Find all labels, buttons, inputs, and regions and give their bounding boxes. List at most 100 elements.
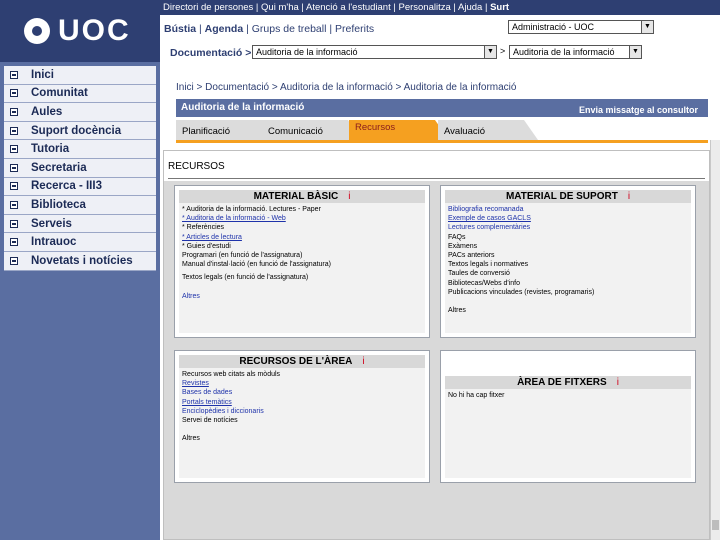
resource-link[interactable]: Exemple de casos GACLS (448, 214, 688, 223)
info-icon[interactable]: i (348, 191, 350, 202)
sidebar-item-label: Recerca - III3 (31, 180, 102, 193)
list-item: Exàmens (448, 242, 478, 250)
list-item: Programari (en funció de l'assignatura) (182, 251, 303, 259)
sidebar-item-label: Intrauoc (31, 236, 77, 249)
link-personalitza[interactable]: Personalitza (398, 2, 450, 13)
info-icon[interactable]: i (617, 377, 619, 388)
link-directori[interactable]: Directori de persones (163, 2, 253, 13)
sidebar-item-label: Suport docència (31, 124, 122, 137)
list-item: Taules de conversió (448, 270, 510, 278)
sidebar: UOC Inici Comunitat Aules Suport docènci… (0, 0, 160, 540)
link-surt[interactable]: Surt (490, 2, 509, 13)
list-item: * Referències (182, 224, 225, 232)
vertical-scrollbar[interactable] (710, 140, 720, 540)
list-item: Recursos web citats als mòduls (182, 371, 281, 378)
link-ajuda[interactable]: Ajuda (458, 2, 482, 13)
list-item: Publicacions vinculades (revistes, progr… (448, 288, 595, 296)
sidebar-item-secretaria[interactable]: Secretaria (4, 159, 156, 178)
link-bustia[interactable]: Bústia (164, 23, 196, 35)
expand-icon (10, 182, 18, 191)
link-qui-mha[interactable]: Qui m'ha (261, 2, 299, 13)
list-item: Textos legals i normatives (448, 261, 529, 269)
classroom-title: Auditoria de la informació (181, 102, 305, 113)
role-select[interactable]: Administració - UOC ▼ (508, 20, 654, 34)
sidebar-item-suport-docencia[interactable]: Suport docència (4, 122, 156, 141)
sidebar-item-intrauoc[interactable]: Intrauoc (4, 233, 156, 252)
sidebar-item-label: Tutoria (31, 143, 70, 156)
contact-consultant-link[interactable]: Envia missatge al consultor (579, 105, 698, 115)
breadcrumb[interactable]: Inici > Documentació > Auditoria de la i… (176, 82, 516, 93)
panel-body: Recursos web citats als mòduls Revistes … (179, 368, 425, 478)
resources-heading: RECURSOS (168, 161, 225, 172)
info-icon[interactable]: i (362, 356, 364, 367)
panel-recursos-area: RECURSOS DE L'ÀREA i Recursos web citats … (174, 350, 430, 483)
resource-link[interactable]: Lectures complementàries (448, 223, 688, 232)
tab-avaluacio[interactable]: Avaluació (438, 120, 538, 140)
sidebar-item-label: Inici (31, 68, 55, 81)
list-item: * Guies d'estudi (182, 242, 231, 250)
sidebar-item-recerca[interactable]: Recerca - III3 (4, 178, 156, 197)
quick-links-row: Bústia | Agenda | Grups de treball | Pre… (160, 15, 720, 42)
list-item: Servei de notícies (182, 416, 238, 424)
sidebar-item-biblioteca[interactable]: Biblioteca (4, 196, 156, 215)
expand-icon (10, 200, 18, 209)
sidebar-item-serveis[interactable]: Serveis (4, 215, 156, 234)
list-item: No hi ha cap fitxer (448, 392, 505, 399)
sidebar-item-label: Serveis (31, 217, 72, 230)
documentation-select-2[interactable]: Auditoria de la informació ▼ (509, 45, 642, 59)
list-item: * Auditoria de la informació. Lectures -… (182, 206, 321, 213)
divider (168, 178, 705, 179)
tab-planificacio[interactable]: Planificació (176, 120, 276, 140)
expand-icon (10, 256, 18, 265)
resource-link[interactable]: Bibliografia recomanada (448, 205, 688, 214)
link-agenda[interactable]: Agenda (205, 23, 244, 35)
uoc-logo-text: UOC (58, 14, 131, 47)
panel-header: MATERIAL DE SUPORT i (445, 190, 691, 203)
list-item: FAQs (448, 233, 466, 241)
panel-body: * Auditoria de la informació. Lectures -… (179, 203, 425, 333)
documentation-select-1[interactable]: Auditoria de la informació ▼ (252, 45, 497, 59)
chevron-down-icon: ▼ (629, 46, 641, 58)
resource-link[interactable]: Altres (182, 292, 422, 301)
uoc-logo[interactable]: UOC (0, 0, 160, 62)
resource-link[interactable]: * Articles de lectura (182, 233, 422, 242)
sidebar-item-tutoria[interactable]: Tutoria (4, 140, 156, 159)
resource-link[interactable]: Revistes (182, 379, 422, 388)
main-content: Inici > Documentació > Auditoria de la i… (160, 64, 720, 540)
tab-comunicacio[interactable]: Comunicació (262, 120, 362, 140)
resources-area: RECURSOS MATERIAL BÀSIC i * Auditoria de … (163, 150, 710, 540)
tab-recursos[interactable]: Recursos (349, 120, 449, 140)
sidebar-item-novetats[interactable]: Novetats i notícies (4, 252, 156, 271)
sidebar-item-inici[interactable]: Inici (4, 66, 156, 85)
sidebar-item-aules[interactable]: Aules (4, 103, 156, 122)
panel-body: No hi ha cap fitxer (445, 389, 691, 478)
top-links-bar: Directori de persones | Qui m'ha | Atenc… (160, 0, 720, 15)
role-select-value: Administració - UOC (512, 22, 595, 32)
documentation-nav-row: Documentació > Auditoria de la informaci… (160, 42, 720, 64)
link-grups[interactable]: Grups de treball (252, 23, 327, 35)
sidebar-item-label: Aules (31, 105, 63, 118)
sidebar-nav: Inici Comunitat Aules Suport docència Tu… (4, 66, 156, 271)
info-icon[interactable]: i (628, 191, 630, 202)
resource-link[interactable]: * Auditoria de la informació - Web (182, 214, 422, 223)
sidebar-item-comunitat[interactable]: Comunitat (4, 85, 156, 104)
resource-link[interactable]: Enciclopèdies i diccionaris (182, 407, 422, 416)
chevron-down-icon: ▼ (484, 46, 496, 58)
sidebar-item-label: Secretaria (31, 161, 87, 174)
list-item: PACs anteriors (448, 251, 495, 259)
resource-link[interactable]: Bases de dades (182, 388, 422, 397)
documentation-select-1-value: Auditoria de la informació (256, 47, 358, 57)
quick-links: Bústia | Agenda | Grups de treball | Pre… (164, 23, 375, 35)
expand-icon (10, 145, 18, 154)
documentation-label: Documentació > (170, 47, 252, 59)
link-preferits[interactable]: Preferits (335, 23, 374, 35)
resource-link[interactable]: Portals temàtics (182, 398, 422, 407)
link-atencio[interactable]: Atenció a l'estudiant (306, 2, 391, 13)
chevron-down-icon: ▼ (641, 21, 653, 33)
panel-material-suport: MATERIAL DE SUPORT i Bibliografia recoman… (440, 185, 696, 338)
list-item: Altres (448, 306, 466, 314)
list-item: Textos legals (en funció de l'assignatur… (182, 274, 309, 282)
panel-body: Bibliografia recomanada Exemple de casos… (445, 203, 691, 333)
tab-underline (176, 140, 708, 143)
scrollbar-thumb[interactable] (712, 520, 719, 530)
